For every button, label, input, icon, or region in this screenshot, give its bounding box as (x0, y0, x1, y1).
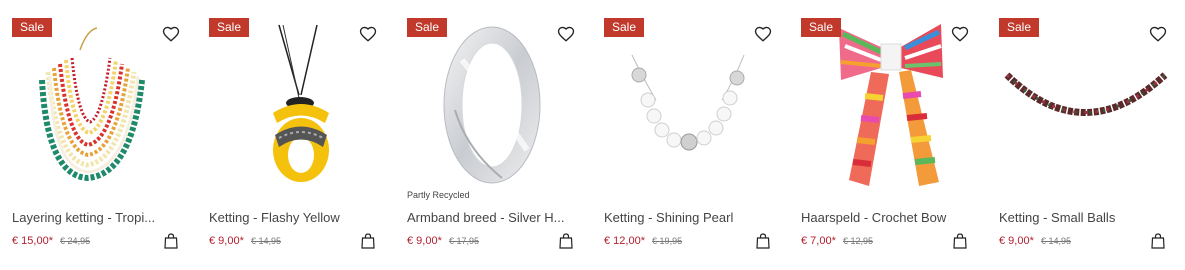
product-image-link[interactable]: Sale (604, 0, 784, 195)
product-card[interactable]: Sale Haarspeld - Crochet Bow € 7,00* € 1… (801, 0, 981, 270)
product-image-link[interactable]: Sale (801, 0, 981, 195)
product-title[interactable]: Ketting - Small Balls (999, 210, 1177, 225)
partly-recycled-label: Partly Recycled (407, 190, 470, 200)
price-block: € 9,00* € 14,95 (999, 235, 1071, 247)
sale-badge: Sale (604, 18, 645, 37)
original-price: € 24,95 (60, 236, 91, 246)
product-title[interactable]: Armband breed - Silver H... (407, 210, 585, 225)
heart-icon[interactable] (1149, 25, 1167, 43)
price-block: € 15,00* € 24,95 (12, 235, 90, 247)
product-image-link[interactable]: Sale (999, 0, 1179, 195)
product-image-link[interactable]: Sale (209, 0, 389, 195)
product-grid: Sale Layering ketting - Tropi... € 15,00… (0, 0, 1185, 270)
sale-badge: Sale (407, 18, 448, 37)
shopping-bag-icon[interactable] (756, 233, 770, 249)
price-block: € 9,00* € 17,95 (407, 235, 479, 247)
original-price: € 17,95 (448, 236, 479, 246)
sale-badge: Sale (12, 18, 53, 37)
product-title[interactable]: Haarspeld - Crochet Bow (801, 210, 979, 225)
shopping-bag-icon[interactable] (559, 233, 573, 249)
product-card[interactable]: Sale Partly Recycled Armband breed - Sil… (407, 0, 587, 270)
original-price: € 19,95 (652, 236, 683, 246)
sale-price: € 9,00* (407, 235, 442, 247)
original-price: € 14,95 (250, 236, 281, 246)
sale-price: € 7,00* (801, 235, 836, 247)
shopping-bag-icon[interactable] (164, 233, 178, 249)
shopping-bag-icon[interactable] (1151, 233, 1165, 249)
sale-price: € 15,00* (12, 235, 53, 247)
original-price: € 14,95 (1040, 236, 1071, 246)
heart-icon[interactable] (754, 25, 772, 43)
product-title[interactable]: Ketting - Shining Pearl (604, 210, 782, 225)
sale-badge: Sale (999, 18, 1040, 37)
price-block: € 7,00* € 12,95 (801, 235, 873, 247)
price-block: € 12,00* € 19,95 (604, 235, 682, 247)
product-card[interactable]: Sale Layering ketting - Tropi... € 15,00… (12, 0, 192, 270)
heart-icon[interactable] (951, 25, 969, 43)
sale-badge: Sale (209, 18, 250, 37)
product-image-link[interactable]: Sale (12, 0, 192, 195)
sale-price: € 9,00* (999, 235, 1034, 247)
product-image-link[interactable]: Sale (407, 0, 587, 195)
heart-icon[interactable] (359, 25, 377, 43)
heart-icon[interactable] (162, 25, 180, 43)
product-title[interactable]: Ketting - Flashy Yellow (209, 210, 387, 225)
product-card[interactable]: Sale Ketting - Small Balls € 9,00* € 14,… (999, 0, 1179, 270)
sale-price: € 9,00* (209, 235, 244, 247)
product-card[interactable]: Sale Ketting - Shining Pearl € 12,00* € … (604, 0, 784, 270)
heart-icon[interactable] (557, 25, 575, 43)
shopping-bag-icon[interactable] (953, 233, 967, 249)
original-price: € 12,95 (842, 236, 873, 246)
sale-badge: Sale (801, 18, 842, 37)
product-title[interactable]: Layering ketting - Tropi... (12, 210, 190, 225)
product-card[interactable]: Sale Ketting - Flashy Yellow € 9,00* € 1… (209, 0, 389, 270)
shopping-bag-icon[interactable] (361, 233, 375, 249)
sale-price: € 12,00* (604, 235, 645, 247)
price-block: € 9,00* € 14,95 (209, 235, 281, 247)
